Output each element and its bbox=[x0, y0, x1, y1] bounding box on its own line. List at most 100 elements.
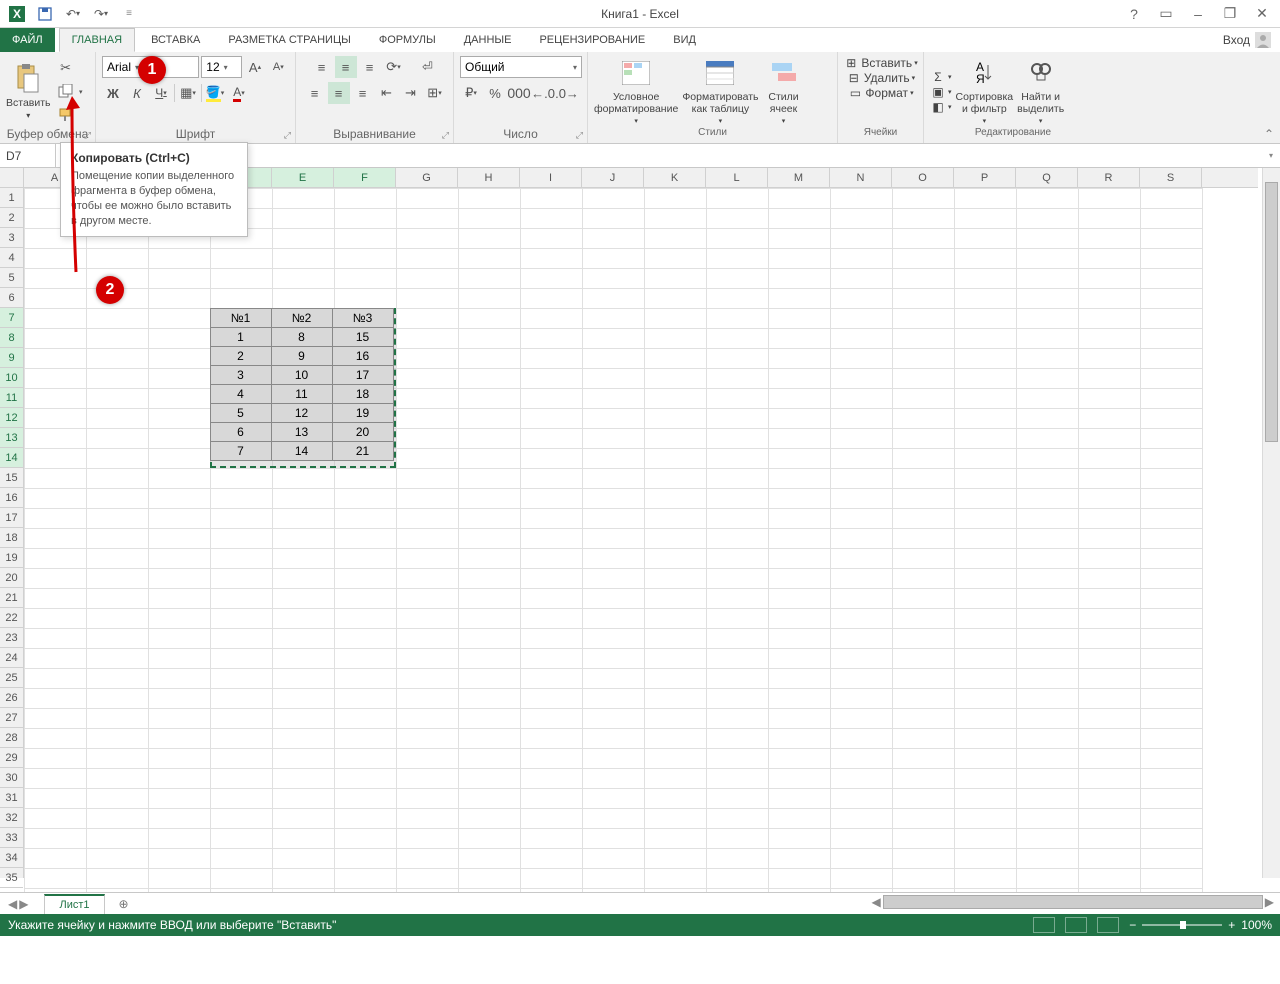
zoom-out-icon[interactable]: − bbox=[1129, 918, 1136, 932]
sheet-tab[interactable]: Лист1 bbox=[44, 894, 104, 914]
sheet-prev-icon[interactable]: ◀ bbox=[8, 897, 17, 911]
clear-button[interactable]: ◧▾ bbox=[930, 100, 952, 114]
comma-icon[interactable]: 000 bbox=[508, 82, 530, 104]
conditional-formatting-icon bbox=[620, 57, 652, 89]
save-icon[interactable] bbox=[32, 3, 58, 25]
format-cells-button[interactable]: ▭Формат ▾ bbox=[847, 86, 913, 100]
maximize-button[interactable]: ❐ bbox=[1218, 4, 1242, 24]
fullscreen-button[interactable]: ▭ bbox=[1154, 4, 1178, 24]
vertical-scrollbar[interactable] bbox=[1262, 168, 1280, 878]
increase-indent-icon[interactable]: ⇥ bbox=[400, 82, 422, 104]
cells-area[interactable]: №1№2№3181529163101741118512196132071421 bbox=[24, 188, 1258, 878]
group-editing-label: Редактирование bbox=[930, 127, 1096, 141]
delete-cells-button[interactable]: ⊟Удалить ▾ bbox=[846, 71, 915, 85]
decrease-indent-icon[interactable]: ⇤ bbox=[376, 82, 398, 104]
align-left-icon[interactable]: ≡ bbox=[304, 82, 326, 104]
group-cells-label: Ячейки bbox=[844, 127, 917, 141]
find-select-button[interactable]: Найти и выделить▾ bbox=[1017, 57, 1064, 125]
underline-button[interactable]: Ч▾ bbox=[150, 82, 172, 104]
undo-icon[interactable]: ↶▾ bbox=[60, 3, 86, 25]
percent-icon[interactable]: % bbox=[484, 82, 506, 104]
paste-icon bbox=[12, 63, 44, 95]
alignment-dialog-launcher[interactable]: ⤢ bbox=[442, 130, 449, 141]
conditional-formatting-button[interactable]: Условное форматирование▾ bbox=[594, 57, 678, 125]
align-right-icon[interactable]: ≡ bbox=[352, 82, 374, 104]
file-tab[interactable]: ФАЙЛ bbox=[0, 28, 55, 52]
align-bottom-icon[interactable]: ≡ bbox=[359, 56, 381, 78]
select-all-corner[interactable] bbox=[0, 168, 24, 188]
zoom-level[interactable]: 100% bbox=[1241, 918, 1272, 932]
font-color-button[interactable]: A▾ bbox=[228, 82, 250, 104]
delete-cells-icon: ⊟ bbox=[846, 71, 862, 85]
borders-button[interactable]: ▦▾ bbox=[177, 82, 199, 104]
fill-color-button[interactable]: 🪣▾ bbox=[204, 82, 226, 104]
cut-button[interactable]: ✂ bbox=[55, 57, 77, 79]
spreadsheet-grid[interactable]: ABCDEFGHIJKLMNOPQRS 12345678910111213141… bbox=[0, 168, 1280, 892]
font-dialog-launcher[interactable]: ⤢ bbox=[284, 130, 291, 141]
align-center-icon[interactable]: ≡ bbox=[328, 82, 350, 104]
tab-data[interactable]: ДАННЫЕ bbox=[452, 28, 524, 52]
view-page-break-icon[interactable] bbox=[1097, 917, 1119, 933]
insert-cells-button[interactable]: ⊞Вставить ▾ bbox=[843, 56, 917, 70]
group-alignment: ≡ ≡ ≡ ⟳▾ ⏎ ≡ ≡ ≡ ⇤ ⇥ ⊞▾ Выравнивание⤢ bbox=[296, 52, 454, 143]
format-as-table-button[interactable]: Форматировать как таблицу▾ bbox=[682, 57, 758, 125]
zoom-control[interactable]: − +100% bbox=[1129, 918, 1272, 932]
add-sheet-icon[interactable]: ⊕ bbox=[113, 894, 135, 914]
group-font-label: Шрифт⤢ bbox=[102, 127, 289, 141]
cell-styles-icon bbox=[768, 57, 800, 89]
formula-input[interactable]: №1 bbox=[116, 144, 1262, 167]
number-format-combo[interactable]: Общий▾ bbox=[460, 56, 582, 78]
decrease-decimal-icon[interactable]: .0→ bbox=[556, 82, 578, 104]
fill-icon: ▣ bbox=[930, 85, 946, 99]
group-number: Общий▾ ₽▾ % 000 ←.0 .0→ Число⤢ bbox=[454, 52, 588, 143]
expand-formula-bar-icon[interactable]: ▾ bbox=[1262, 144, 1280, 167]
row-headers[interactable]: 1234567891011121314151617181920212223242… bbox=[0, 188, 24, 878]
group-editing: Σ▾ ▣▾ ◧▾ AЯСортировка и фильтр▾ Найти и … bbox=[924, 52, 1102, 143]
sort-filter-icon: AЯ bbox=[968, 57, 1000, 89]
qa-customize-icon[interactable]: ≡ bbox=[116, 3, 142, 25]
fill-button[interactable]: ▣▾ bbox=[930, 85, 952, 99]
insert-cells-icon: ⊞ bbox=[843, 56, 859, 70]
ribbon: Вставить▾ ✂ ▾ Буфер обмена⤢ Arial▾ 12▾ A… bbox=[0, 52, 1280, 144]
increase-decimal-icon[interactable]: ←.0 bbox=[532, 82, 554, 104]
help-button[interactable]: ? bbox=[1122, 4, 1146, 24]
font-size-combo[interactable]: 12▾ bbox=[201, 56, 242, 78]
redo-icon[interactable]: ↷▾ bbox=[88, 3, 114, 25]
minimize-button[interactable]: – bbox=[1186, 4, 1210, 24]
name-box[interactable]: D7 bbox=[0, 144, 56, 167]
cell-styles-button[interactable]: Стили ячеек▾ bbox=[763, 57, 805, 125]
collapse-ribbon-icon[interactable]: ⌃ bbox=[1264, 127, 1274, 141]
tab-formulas[interactable]: ФОРМУЛЫ bbox=[367, 28, 448, 52]
view-normal-icon[interactable] bbox=[1033, 917, 1055, 933]
paste-button[interactable]: Вставить▾ bbox=[6, 63, 51, 120]
status-bar: Укажите ячейку и нажмите ВВОД или выбери… bbox=[0, 914, 1280, 936]
italic-button[interactable]: К bbox=[126, 82, 148, 104]
sheet-next-icon[interactable]: ▶ bbox=[19, 897, 28, 911]
tab-insert[interactable]: ВСТАВКА bbox=[139, 28, 212, 52]
sign-in[interactable]: Вход bbox=[1223, 31, 1272, 49]
view-page-layout-icon[interactable] bbox=[1065, 917, 1087, 933]
tab-page-layout[interactable]: РАЗМЕТКА СТРАНИЦЫ bbox=[216, 28, 362, 52]
number-dialog-launcher[interactable]: ⤢ bbox=[576, 130, 583, 141]
group-cells: ⊞Вставить ▾ ⊟Удалить ▾ ▭Формат ▾ Ячейки bbox=[838, 52, 924, 143]
ribbon-tabs: ФАЙЛ ГЛАВНАЯ ВСТАВКА РАЗМЕТКА СТРАНИЦЫ Ф… bbox=[0, 28, 1280, 52]
merge-button[interactable]: ⊞▾ bbox=[424, 82, 446, 104]
align-top-icon[interactable]: ≡ bbox=[311, 56, 333, 78]
tab-home[interactable]: ГЛАВНАЯ bbox=[59, 28, 135, 52]
decrease-font-icon[interactable]: A▾ bbox=[268, 56, 289, 78]
title-bar: X ↶▾ ↷▾ ≡ Книга1 - Excel ? ▭ – ❐ ✕ bbox=[0, 0, 1280, 28]
horizontal-scrollbar[interactable]: ◀▶ bbox=[872, 895, 1274, 909]
tab-review[interactable]: РЕЦЕНЗИРОВАНИЕ bbox=[527, 28, 657, 52]
increase-font-icon[interactable]: A▴ bbox=[244, 56, 265, 78]
align-middle-icon[interactable]: ≡ bbox=[335, 56, 357, 78]
sort-filter-button[interactable]: AЯСортировка и фильтр▾ bbox=[956, 57, 1014, 125]
wrap-text-button[interactable]: ⏎ bbox=[417, 56, 439, 78]
orientation-icon[interactable]: ⟳▾ bbox=[383, 56, 405, 78]
callout-1: 1 bbox=[138, 56, 166, 84]
autosum-button[interactable]: Σ▾ bbox=[930, 70, 952, 84]
svg-text:X: X bbox=[13, 7, 21, 21]
currency-icon[interactable]: ₽▾ bbox=[460, 82, 482, 104]
close-button[interactable]: ✕ bbox=[1250, 4, 1274, 24]
tab-view[interactable]: ВИД bbox=[661, 28, 708, 52]
zoom-in-icon[interactable]: + bbox=[1228, 918, 1235, 932]
